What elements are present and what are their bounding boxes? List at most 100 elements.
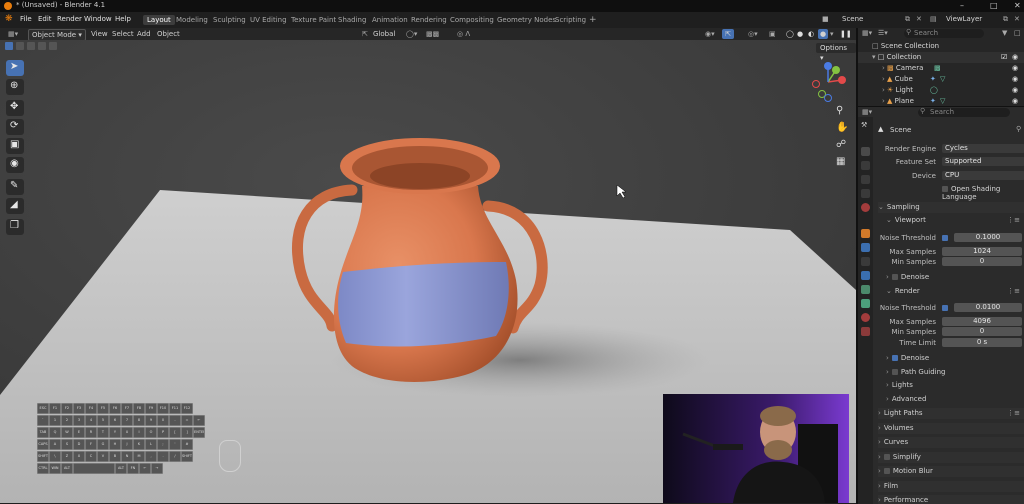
exclude-checkbox-icon[interactable]: ☑	[1001, 52, 1007, 63]
select-invert-icon[interactable]	[38, 42, 46, 50]
panel-motion-blur[interactable]: › Motion Blur	[878, 466, 1024, 477]
outliner-row-light[interactable]: › ☀ Light ◯ ◉	[858, 85, 1024, 96]
menu-window[interactable]: Window	[84, 15, 112, 23]
subpanel-r-denoise[interactable]: › Denoise	[886, 353, 1024, 364]
add-workspace-icon[interactable]: +	[585, 15, 601, 25]
overlay-toggle-icon[interactable]: ◎▾	[748, 29, 758, 39]
navigation-gizmo[interactable]	[808, 60, 848, 104]
pause-render-icon[interactable]: ❚❚	[840, 29, 852, 39]
cursor-tool[interactable]: ⊕	[6, 79, 24, 95]
menu-view[interactable]: View	[91, 29, 108, 39]
outliner-row-cube[interactable]: › ▲ Cube ✦ ▽ ◉	[858, 74, 1024, 85]
r-noise-threshold-field[interactable]: 0.0100	[954, 303, 1022, 312]
visibility-icon[interactable]: ◉▾	[705, 29, 715, 39]
tool-tab-icon[interactable]: ⚒	[861, 121, 870, 130]
tab-geometry-nodes[interactable]: Geometry Nodes	[493, 15, 560, 25]
device-dropdown[interactable]: CPU	[942, 171, 1024, 180]
panel-light-paths[interactable]: › Light Paths ⋮≡	[878, 408, 1024, 419]
texture-tab-icon[interactable]	[861, 327, 870, 336]
data-tab-icon[interactable]	[861, 299, 870, 308]
outliner-row-camera[interactable]: › ▩ Camera ▩ ◉	[858, 63, 1024, 74]
select-subtract-icon[interactable]	[27, 42, 35, 50]
list-menu-icon[interactable]: ⋮≡	[1007, 215, 1020, 226]
visibility-eye-icon[interactable]: ◉	[1012, 52, 1018, 63]
menu-object[interactable]: Object	[157, 29, 180, 39]
particles-tab-icon[interactable]	[861, 257, 870, 266]
tab-texture-paint[interactable]: Texture Paint	[287, 15, 340, 25]
scene-tab-icon[interactable]	[861, 189, 870, 198]
panel-volumes[interactable]: › Volumes	[878, 423, 1024, 434]
move-tool[interactable]: ✥	[6, 100, 24, 116]
menu-select[interactable]: Select	[112, 29, 134, 39]
outliner-row-scene-collection[interactable]: □ Scene Collection	[858, 41, 1024, 52]
display-mode-icon[interactable]: ☰▾	[878, 29, 888, 37]
panel-curves[interactable]: › Curves	[878, 437, 1024, 448]
tab-shading[interactable]: Shading	[334, 15, 370, 25]
outliner-editor-icon[interactable]: ▦▾	[862, 29, 872, 37]
delete-scene-icon[interactable]: ✕	[916, 15, 922, 23]
r-time-limit-field[interactable]: 0 s	[942, 338, 1022, 347]
transform-orientation-icon[interactable]: ⇱	[362, 29, 368, 39]
subpanel-lights[interactable]: › Lights	[886, 380, 1024, 391]
r-min-samples-field[interactable]: 0	[942, 327, 1022, 336]
subpanel-vp-denoise[interactable]: › Denoise	[886, 272, 1024, 283]
pivot-point-icon[interactable]: ◯▾	[406, 29, 417, 39]
select-intersect-icon[interactable]	[49, 42, 57, 50]
subpanel-viewport[interactable]: ⌄ Viewport ⋮≡	[886, 215, 1024, 226]
minimize-icon[interactable]: –	[960, 1, 964, 10]
maximize-icon[interactable]: □	[990, 1, 998, 10]
modifier-tab-icon[interactable]	[861, 243, 870, 252]
visibility-eye-icon[interactable]: ◉	[1012, 63, 1018, 74]
shading-options-icon[interactable]: ▾	[830, 29, 834, 39]
ortho-grid-icon[interactable]: ▦	[836, 156, 845, 167]
view-layer-icon[interactable]: ▤	[930, 15, 937, 23]
visibility-eye-icon[interactable]: ◉	[1012, 74, 1018, 85]
close-icon[interactable]: ✕	[1014, 1, 1021, 10]
tab-compositing[interactable]: Compositing	[446, 15, 498, 25]
tab-modeling[interactable]: Modeling	[172, 15, 212, 25]
physics-tab-icon[interactable]	[861, 271, 870, 280]
subpanel-path-guiding[interactable]: › Path Guiding	[886, 367, 1024, 378]
vp-noise-threshold-checkbox[interactable]	[942, 234, 951, 242]
menu-add[interactable]: Add	[137, 29, 151, 39]
new-view-layer-icon[interactable]: ⧉	[1003, 15, 1008, 24]
properties-editor-icon[interactable]: ▦▾	[862, 108, 872, 116]
menu-edit[interactable]: Edit	[38, 15, 52, 23]
tab-sculpting[interactable]: Sculpting	[209, 15, 250, 25]
osl-checkbox[interactable]: Open Shading Language	[942, 185, 1024, 201]
pin-icon[interactable]: ⚲	[1016, 125, 1021, 133]
filter-icon[interactable]: ▼	[1002, 29, 1007, 37]
annotate-tool[interactable]: ✎	[6, 179, 24, 195]
properties-search-input[interactable]: Search	[918, 108, 1010, 117]
blender-menu-icon[interactable]: ❋	[5, 14, 13, 24]
output-tab-icon[interactable]	[861, 161, 870, 170]
camera-view-icon[interactable]: ☍	[836, 139, 846, 150]
scene-selector[interactable]: Scene	[842, 15, 863, 23]
render-tab-icon[interactable]	[861, 147, 870, 156]
tab-layout[interactable]: Layout	[143, 15, 175, 25]
material-tab-icon[interactable]	[861, 313, 870, 322]
panel-sampling[interactable]: ⌄ Sampling	[878, 202, 1024, 213]
new-scene-icon[interactable]: ⧉	[905, 15, 910, 24]
rotate-tool[interactable]: ⟳	[6, 119, 24, 135]
new-collection-icon[interactable]: □	[1014, 29, 1021, 37]
vp-max-samples-field[interactable]: 1024	[942, 247, 1022, 256]
rendered-shading-icon[interactable]: ●	[818, 29, 828, 39]
xray-toggle-icon[interactable]: ▣	[769, 29, 776, 39]
render-engine-dropdown[interactable]: Cycles	[942, 144, 1024, 153]
constraints-tab-icon[interactable]	[861, 285, 870, 294]
object-tab-icon[interactable]	[861, 229, 870, 238]
zoom-icon[interactable]: ⚲	[836, 105, 843, 116]
view-layer-selector[interactable]: ViewLayer	[946, 15, 982, 23]
pan-hand-icon[interactable]: ✋	[836, 122, 848, 133]
scale-tool[interactable]: ▣	[6, 138, 24, 154]
scene-icon[interactable]: ■	[822, 15, 829, 23]
menu-help[interactable]: Help	[115, 15, 131, 23]
proportional-edit-icon[interactable]: ◎ Λ	[457, 29, 470, 39]
vp-min-samples-field[interactable]: 0	[942, 257, 1022, 266]
editor-type-icon[interactable]: ▦▾	[8, 29, 18, 39]
r-max-samples-field[interactable]: 4096	[942, 317, 1022, 326]
gizmo-toggle-icon[interactable]: ⇱	[722, 29, 734, 39]
outliner-search-input[interactable]: Search	[904, 29, 984, 38]
subpanel-render[interactable]: ⌄ Render ⋮≡	[886, 286, 1024, 297]
